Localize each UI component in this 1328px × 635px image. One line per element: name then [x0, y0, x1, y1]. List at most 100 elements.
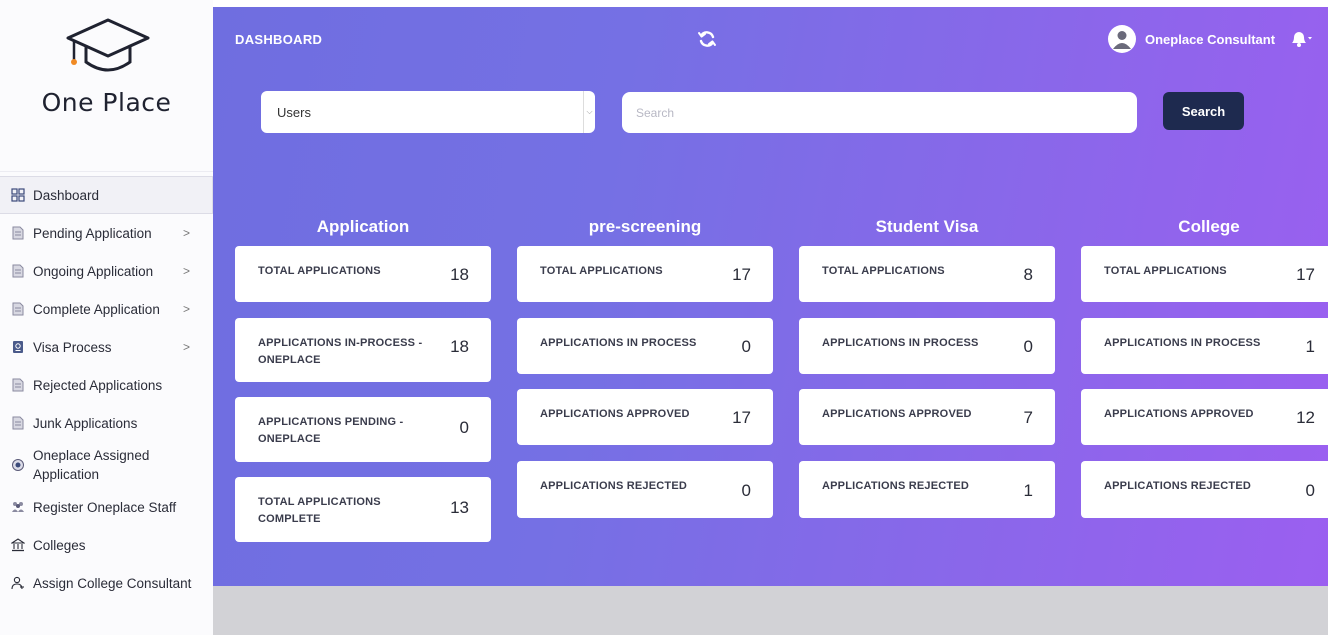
user-type-select[interactable]: Users ⌵ — [261, 91, 595, 133]
stat-value: 0 — [1023, 337, 1033, 356]
user-name: Oneplace Consultant — [1145, 31, 1276, 47]
footer-band — [213, 586, 1328, 635]
sidebar-item-label: Assign College Consultant — [33, 575, 192, 591]
stat-label: TOTAL APPLICATIONS — [540, 265, 663, 277]
stat-card[interactable]: TOTAL APPLICATIONS COMPLETE 13 — [235, 477, 491, 542]
document-icon — [11, 226, 25, 240]
sidebar-item-label: Dashboard — [33, 187, 100, 203]
chevron-right-icon: > — [183, 340, 191, 354]
sidebar-item-dashboard[interactable]: Dashboard — [0, 176, 213, 214]
chevron-right-icon: > — [183, 302, 191, 316]
sidebar-item-ongoing-application[interactable]: Ongoing Application > — [0, 252, 213, 290]
building-icon — [11, 538, 25, 552]
sidebar-item-register-oneplace-staff[interactable]: Register Oneplace Staff — [0, 488, 213, 526]
section-college: College TOTAL APPLICATIONS 17 APPLICATIO… — [1081, 213, 1328, 518]
document-icon — [11, 264, 25, 278]
section-title: College — [1178, 217, 1240, 236]
stat-card[interactable]: APPLICATIONS APPROVED 12 — [1081, 389, 1328, 445]
stat-value: 0 — [1305, 481, 1315, 500]
refresh-icon[interactable] — [697, 29, 717, 49]
stat-card[interactable]: TOTAL APPLICATIONS 18 — [235, 246, 491, 302]
sidebar-menu: Dashboard Pending Application > Ongoing … — [0, 176, 213, 602]
stat-label: TOTAL APPLICATIONS — [1104, 265, 1227, 277]
logo-area: One Place — [0, 0, 213, 172]
section-title: pre-screening — [588, 217, 702, 236]
stat-card[interactable]: APPLICATIONS REJECTED 0 — [1081, 461, 1328, 518]
chevron-right-icon: > — [183, 264, 191, 278]
user-menu[interactable]: Oneplace Consultant — [1108, 25, 1313, 53]
stat-label: APPLICATIONS IN-PROCESS - ONEPLACE — [258, 337, 423, 366]
stat-card[interactable]: APPLICATIONS PENDING - ONEPLACE 0 — [235, 397, 491, 462]
stat-card[interactable]: APPLICATIONS REJECTED 1 — [799, 461, 1055, 518]
sidebar-item-label: Register Oneplace Staff — [33, 499, 177, 515]
sidebar-item-oneplace-assigned-application[interactable]: Oneplace Assigned Application — [0, 442, 213, 488]
sidebar-item-pending-application[interactable]: Pending Application > — [0, 214, 213, 252]
stat-label: APPLICATIONS REJECTED — [1104, 480, 1252, 492]
document-icon — [11, 416, 25, 430]
sidebar-item-label: Colleges — [33, 537, 86, 553]
search-input[interactable] — [622, 92, 1137, 133]
avatar — [1108, 25, 1136, 53]
grid-icon — [11, 188, 25, 202]
sidebar-item-label: Complete Application — [33, 301, 160, 317]
stat-label: TOTAL APPLICATIONS COMPLETE — [258, 496, 381, 525]
stat-card[interactable]: APPLICATIONS IN PROCESS 0 — [799, 318, 1055, 374]
passport-icon — [11, 340, 25, 354]
stat-card[interactable]: TOTAL APPLICATIONS 17 — [517, 246, 773, 302]
stat-label: APPLICATIONS REJECTED — [822, 480, 970, 492]
section-application: Application TOTAL APPLICATIONS 18 APPLIC… — [235, 213, 491, 542]
chevron-right-icon: > — [183, 226, 191, 240]
stat-card[interactable]: APPLICATIONS IN PROCESS 0 — [517, 318, 773, 374]
document-icon — [11, 378, 25, 392]
stat-card[interactable]: APPLICATIONS REJECTED 0 — [517, 461, 773, 518]
stat-value: 1 — [1305, 337, 1315, 356]
stat-value: 13 — [450, 498, 469, 517]
sidebar-item-colleges[interactable]: Colleges — [0, 526, 213, 564]
stat-value: 18 — [450, 265, 469, 284]
sidebar-item-rejected-applications[interactable]: Rejected Applications — [0, 366, 213, 404]
stat-card[interactable]: APPLICATIONS IN-PROCESS - ONEPLACE 18 — [235, 318, 491, 382]
stat-card[interactable]: TOTAL APPLICATIONS 8 — [799, 246, 1055, 302]
sidebar-item-label: Rejected Applications — [33, 377, 163, 393]
bell-icon[interactable] — [1289, 30, 1313, 48]
stat-card[interactable]: TOTAL APPLICATIONS 17 — [1081, 246, 1328, 302]
search-button[interactable]: Search — [1163, 92, 1244, 130]
badge-icon — [11, 458, 25, 472]
section-student-visa: Student Visa TOTAL APPLICATIONS 8 APPLIC… — [799, 213, 1055, 518]
dashboard-main: DASHBOARD Oneplace Consultant Users ⌵ Se… — [213, 7, 1328, 586]
stat-card[interactable]: APPLICATIONS APPROVED 17 — [517, 389, 773, 445]
sidebar-item-assign-college-consultant[interactable]: Assign College Consultant — [0, 564, 213, 602]
sidebar-item-complete-application[interactable]: Complete Application > — [0, 290, 213, 328]
stat-card[interactable]: APPLICATIONS APPROVED 7 — [799, 389, 1055, 445]
stat-value: 18 — [450, 337, 469, 356]
stat-value: 0 — [741, 337, 751, 356]
section-title: Student Visa — [875, 217, 979, 236]
sidebar-item-label: Junk Applications — [33, 415, 138, 431]
sidebar-item-visa-process[interactable]: Visa Process > — [0, 328, 213, 366]
stat-label: APPLICATIONS IN PROCESS — [822, 337, 979, 349]
stat-label: APPLICATIONS APPROVED — [1104, 408, 1254, 420]
sidebar: One Place Dashboard Pending Application … — [0, 0, 213, 635]
stat-label: APPLICATIONS IN PROCESS — [540, 337, 697, 349]
brand-name: One Place — [41, 88, 172, 117]
section-title: Application — [316, 217, 410, 236]
stat-card[interactable]: APPLICATIONS IN PROCESS 1 — [1081, 318, 1328, 374]
stat-value: 12 — [1296, 408, 1315, 427]
stat-value: 0 — [741, 481, 751, 500]
staff-icon — [11, 500, 25, 514]
stat-label: APPLICATIONS REJECTED — [540, 480, 688, 492]
stat-value: 17 — [1296, 265, 1315, 284]
sidebar-item-label: Oneplace Assigned Application — [33, 448, 150, 482]
stat-label: APPLICATIONS PENDING - ONEPLACE — [258, 416, 404, 445]
user-assign-icon — [11, 576, 25, 590]
sidebar-item-junk-applications[interactable]: Junk Applications — [0, 404, 213, 442]
sidebar-item-label: Ongoing Application — [33, 263, 154, 279]
stat-label: APPLICATIONS IN PROCESS — [1104, 337, 1261, 349]
page-title: DASHBOARD — [235, 32, 323, 47]
stat-value: 0 — [459, 418, 469, 437]
user-icon — [1113, 31, 1131, 49]
section-pre-screening: pre-screening TOTAL APPLICATIONS 17 APPL… — [517, 213, 773, 518]
stat-value: 17 — [732, 265, 751, 284]
stat-value: 7 — [1023, 408, 1033, 427]
stat-label: APPLICATIONS APPROVED — [822, 408, 972, 420]
